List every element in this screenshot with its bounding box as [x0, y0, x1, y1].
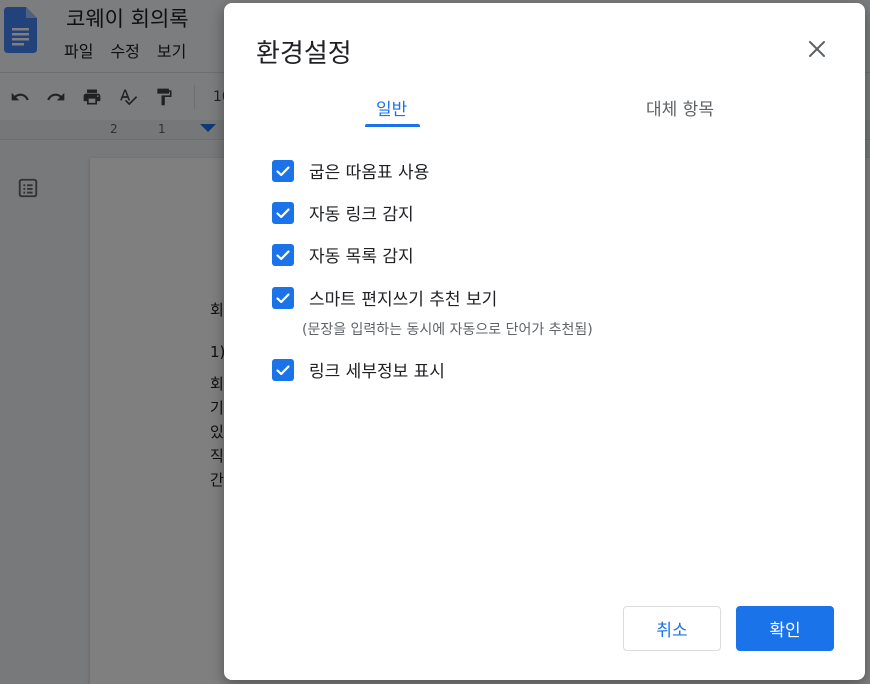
ok-button[interactable]: 확인 [736, 606, 834, 651]
option-link-details[interactable]: 링크 세부정보 표시 [272, 357, 445, 382]
preferences-dialog: 환경설정 일반 대체 항목 굽은 따옴표 사용 자동 링크 감지 자동 목록 감… [224, 3, 865, 680]
option-label: 자동 목록 감지 [309, 247, 414, 267]
option-label: 굽은 따옴표 사용 [309, 163, 430, 183]
tab-general[interactable]: 일반 [376, 95, 407, 120]
checkbox-checked-icon[interactable] [272, 358, 294, 381]
option-auto-link[interactable]: 자동 링크 감지 [272, 200, 414, 225]
close-icon[interactable] [807, 39, 827, 59]
checkbox-checked-icon[interactable] [272, 159, 294, 182]
smart-compose-description: (문장을 입력하는 동시에 자동으로 단어가 추천됨) [302, 322, 593, 338]
checkbox-checked-icon[interactable] [272, 243, 294, 266]
option-smart-compose[interactable]: 스마트 편지쓰기 추천 보기 [272, 285, 497, 310]
option-smart-quotes[interactable]: 굽은 따옴표 사용 [272, 158, 429, 183]
option-label: 자동 링크 감지 [309, 205, 414, 225]
tab-substitutions[interactable]: 대체 항목 [646, 95, 714, 120]
option-label: 스마트 편지쓰기 추천 보기 [309, 290, 498, 310]
dialog-tabs: 일반 대체 항목 [256, 91, 833, 129]
option-auto-list[interactable]: 자동 목록 감지 [272, 242, 414, 267]
active-tab-indicator [365, 124, 420, 127]
checkbox-checked-icon[interactable] [272, 286, 294, 309]
option-label: 링크 세부정보 표시 [309, 362, 445, 382]
cancel-button[interactable]: 취소 [623, 606, 721, 651]
checkbox-checked-icon[interactable] [272, 201, 294, 224]
dialog-title: 환경설정 [256, 39, 352, 69]
